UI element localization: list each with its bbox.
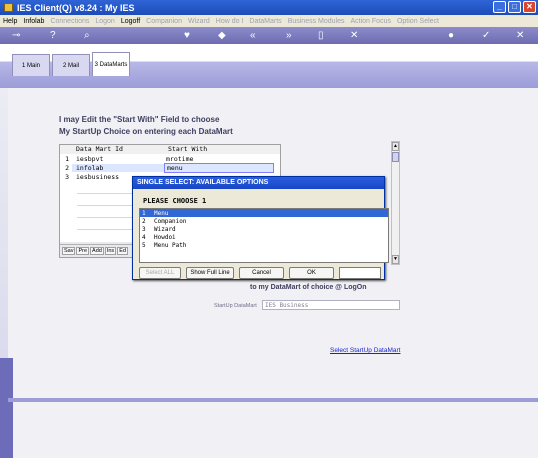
tab-main[interactable]: 1 Main [12,54,50,76]
left-strip [0,88,13,458]
option-label: Companion [154,217,187,225]
row-number: 2 [65,163,69,172]
instruction-text: I may Edit the "Start With" Field to cho… [59,114,233,138]
side-panel-tab[interactable] [0,358,13,458]
tab-area: 1 Main 2 Mail 3 DataMarts [0,44,538,88]
cell-start-with[interactable]: menu [164,162,274,173]
instruction-line-1: I may Edit the "Start With" Field to cho… [59,115,220,124]
document-icon[interactable]: ▯ [318,30,324,41]
dialog-buttons: Select ALL Show Full Line Cancel OK [139,267,381,279]
header-datamart-id: Data Mart Id [76,145,123,153]
app-icon [4,3,13,12]
bottom-bar [8,398,538,402]
check-icon[interactable]: ✓ [482,30,490,41]
rewind-icon[interactable]: « [250,30,256,41]
menu-infolab[interactable]: Infolab [23,18,44,25]
show-full-line-button[interactable]: Show Full Line [186,267,234,279]
option-number: 3 [142,225,146,233]
list-item[interactable]: 1 Menu [140,209,388,217]
search-icon[interactable]: ⌕ [84,30,90,41]
menu-logoff[interactable]: Logoff [121,18,140,25]
ok-button[interactable]: OK [289,267,334,279]
vertical-scrollbar[interactable]: ▲ ▼ [391,141,400,265]
option-label: Menu Path [154,241,187,249]
row-number: 3 [65,172,69,181]
previous-button[interactable]: Pre [76,247,90,255]
window-title: IES Client(Q) v8.24 : My IES [17,2,135,13]
menu-how-do-i[interactable]: How do I [216,18,244,25]
help-icon[interactable]: ? [50,30,56,41]
menu-datamarts[interactable]: DataMarts [249,18,281,25]
menu-connections[interactable]: Connections [50,18,89,25]
cell-start-with[interactable]: mrotime [164,155,274,163]
forward-icon[interactable]: » [286,30,292,41]
cell-datamart-id[interactable]: iesbpvt [72,155,164,163]
option-number: 4 [142,233,146,241]
menu-help[interactable]: Help [3,18,17,25]
option-number: 1 [142,209,146,217]
menu-companion[interactable]: Companion [146,18,182,25]
insert-button[interactable]: Ins [104,247,117,255]
menu-action-focus[interactable]: Action Focus [351,18,391,25]
table-row[interactable]: 2 infolab menu [60,162,280,173]
list-item[interactable]: 4 Howdoi [140,233,388,241]
menu-option-select[interactable]: Option Select [397,18,439,25]
cell-datamart-id[interactable]: infolab [72,163,164,172]
dialog-title: SINGLE SELECT: AVAILABLE OPTIONS [133,177,384,189]
add-button[interactable]: Add [90,247,104,255]
globe-icon[interactable]: ● [448,30,454,41]
header-start-with: Start With [168,145,208,153]
option-number: 2 [142,217,146,225]
cancel-button[interactable]: Cancel [239,267,284,279]
key-icon[interactable]: ⊸ [12,30,20,41]
close-button[interactable]: ✕ [523,1,536,13]
list-item[interactable]: 5 Menu Path [140,241,388,249]
list-item[interactable]: 2 Companion [140,217,388,225]
tab-strip: 1 Main 2 Mail 3 DataMarts [12,52,130,76]
choice-text: to my DataMart of choice @ LogOn [250,284,367,291]
scroll-up-icon[interactable]: ▲ [392,142,399,151]
menu-wizard[interactable]: Wizard [188,18,210,25]
heart-icon[interactable]: ♥ [184,30,190,41]
bookmark-icon[interactable]: ◆ [218,30,226,41]
window-controls: _ □ ✕ [493,1,536,13]
select-startup-datamart-link[interactable]: Select StartUp DataMart [330,347,400,354]
options-list: 1 Menu 2 Companion 3 Wizard 4 Howdoi 5 M… [139,208,389,263]
option-label: Wizard [154,225,176,233]
tab-datamarts[interactable]: 3 DataMarts [92,52,130,76]
toolbar: ⊸ ? ⌕ ♥ ◆ « » ▯ ✕ ● ✓ ✕ [0,27,538,44]
dialog-heading: PLEASE CHOOSE 1 [143,197,207,205]
close-icon[interactable]: ✕ [516,30,524,41]
title-bar: IES Client(Q) v8.24 : My IES _ □ ✕ [0,0,538,15]
option-number: 5 [142,241,146,249]
minimize-button[interactable]: _ [493,1,506,13]
scroll-thumb[interactable] [392,152,399,162]
menu-logon[interactable]: Logon [95,18,114,25]
scroll-down-icon[interactable]: ▼ [392,255,399,264]
dialog-input[interactable] [339,267,381,279]
menu-business-modules[interactable]: Business Modules [288,18,345,25]
list-item[interactable]: 3 Wizard [140,225,388,233]
grid-header: Data Mart Id Start With [60,145,280,154]
tab-mail[interactable]: 2 Mail [52,54,90,76]
nav-icon[interactable]: ✕ [350,30,358,41]
edit-button[interactable]: Ed [117,247,128,255]
startup-datamart-label: StartUp DataMart [214,303,257,309]
menu-bar: Help Infolab Connections Logon Logoff Co… [0,15,538,27]
option-label: Howdoi [154,233,176,241]
select-all-button[interactable]: Select ALL [139,267,181,279]
save-button[interactable]: Sav [62,247,76,255]
select-dialog: SINGLE SELECT: AVAILABLE OPTIONS PLEASE … [132,176,389,280]
row-number: 1 [65,154,69,163]
startup-datamart-field[interactable]: IES Business [262,300,400,310]
option-label: Menu [154,209,169,217]
instruction-line-2: My StartUp Choice on entering each DataM… [59,127,233,136]
maximize-button[interactable]: □ [508,1,521,13]
